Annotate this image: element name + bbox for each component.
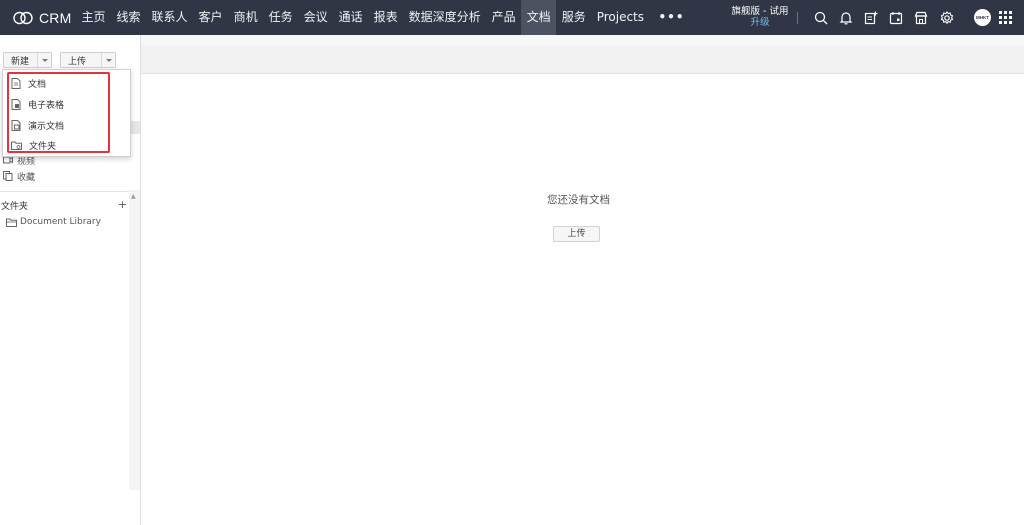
upload-button[interactable]: 上传: [60, 52, 116, 68]
add-folder-button[interactable]: +: [118, 199, 127, 212]
top-navigation-bar: CRM 主页 线索 联系人 客户 商机 任务 会议 通话 报表 数据深度分析 产…: [0, 0, 1024, 35]
crm-logo-icon: [13, 11, 33, 24]
nav-home[interactable]: 主页: [76, 0, 111, 35]
highlight-box: [7, 72, 110, 153]
nav-projects[interactable]: Projects: [591, 0, 649, 35]
new-button-label: 新建: [11, 56, 30, 67]
nav-deals[interactable]: 商机: [228, 0, 263, 35]
favorites-icon: [3, 171, 13, 181]
main-toolbar: [141, 45, 1024, 74]
main-nav: 主页 线索 联系人 客户 商机 任务 会议 通话 报表 数据深度分析 产品 文档…: [76, 0, 694, 35]
folder-icon: [6, 218, 17, 227]
nav-products[interactable]: 产品: [486, 0, 521, 35]
folders-heading: 文件夹: [1, 202, 29, 212]
nav-meetings[interactable]: 会议: [298, 0, 333, 35]
empty-state-message: 您还没有文档: [547, 194, 610, 206]
folder-document-library[interactable]: Document Library: [6, 217, 101, 227]
folders-header: 文件夹 +: [1, 199, 127, 212]
search-icon[interactable]: [812, 9, 829, 26]
nav-calls[interactable]: 通话: [333, 0, 368, 35]
sidebar-scrollbar[interactable]: [129, 190, 140, 490]
edition-plan: 旗舰版 - 试用: [731, 6, 789, 17]
nav-contacts[interactable]: 联系人: [146, 0, 193, 35]
toolbar-divider: [797, 12, 798, 24]
nav-reports[interactable]: 报表: [368, 0, 403, 35]
calendar-icon[interactable]: [887, 9, 904, 26]
nav-leads[interactable]: 线索: [111, 0, 146, 35]
nav-services[interactable]: 服务: [556, 0, 591, 35]
apps-grid-icon[interactable]: [999, 11, 1012, 24]
nav-accounts[interactable]: 客户: [193, 0, 228, 35]
nav-analytics[interactable]: 数据深度分析: [403, 0, 486, 35]
chevron-down-icon[interactable]: [37, 53, 51, 67]
store-icon[interactable]: [912, 9, 929, 26]
nav-more[interactable]: •••: [650, 0, 694, 35]
crm-logo[interactable]: CRM: [13, 8, 71, 27]
bell-icon[interactable]: [837, 9, 854, 26]
sidebar-divider: [0, 191, 129, 192]
folder-label: Document Library: [20, 217, 101, 227]
sidebar-item-label: 收藏: [17, 172, 36, 183]
user-avatar[interactable]: MHKT: [974, 9, 991, 26]
sidebar-item-favorites[interactable]: 收藏: [3, 168, 35, 184]
scroll-up-icon[interactable]: ▲: [131, 193, 136, 200]
upload-button-label: 上传: [68, 56, 87, 67]
edition-info: 旗舰版 - 试用 升级: [729, 6, 791, 29]
documents-main-area: 您还没有文档 上传: [140, 35, 1024, 525]
nav-tasks[interactable]: 任务: [263, 0, 298, 35]
nav-documents[interactable]: 文档: [521, 0, 557, 35]
main-top-spacer: [141, 35, 1024, 45]
upgrade-link[interactable]: 升级: [729, 17, 791, 29]
new-button[interactable]: 新建: [3, 52, 52, 68]
chevron-down-icon[interactable]: [101, 53, 115, 67]
empty-state-upload-button[interactable]: 上传: [553, 226, 600, 242]
gear-icon[interactable]: [938, 9, 955, 26]
add-note-icon[interactable]: [862, 9, 879, 26]
brand-name: CRM: [39, 9, 72, 26]
